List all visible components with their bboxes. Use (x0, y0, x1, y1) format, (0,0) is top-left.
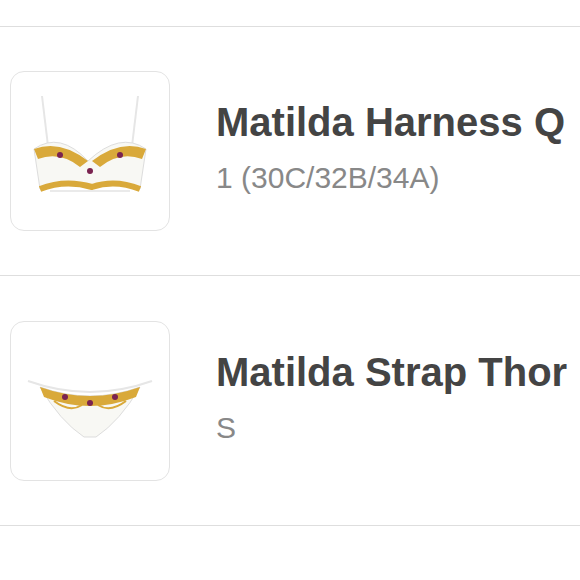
order-items-list: Matilda Harness Q 1 (30C/32B/34A) Matild… (0, 0, 580, 580)
product-thumbnail[interactable] (10, 321, 170, 481)
item-info: Matilda Harness Q 1 (30C/32B/34A) (216, 98, 565, 196)
order-item[interactable]: Matilda Strap Thor S (0, 276, 580, 526)
bra-icon (20, 91, 160, 211)
order-item[interactable]: Matilda Harness Q 1 (30C/32B/34A) (0, 26, 580, 276)
item-variant: S (216, 410, 567, 446)
item-title: Matilda Strap Thor (216, 348, 567, 396)
thong-icon (20, 341, 160, 461)
item-title: Matilda Harness Q (216, 98, 565, 146)
product-thumbnail[interactable] (10, 71, 170, 231)
item-info: Matilda Strap Thor S (216, 348, 567, 446)
item-variant: 1 (30C/32B/34A) (216, 160, 565, 196)
